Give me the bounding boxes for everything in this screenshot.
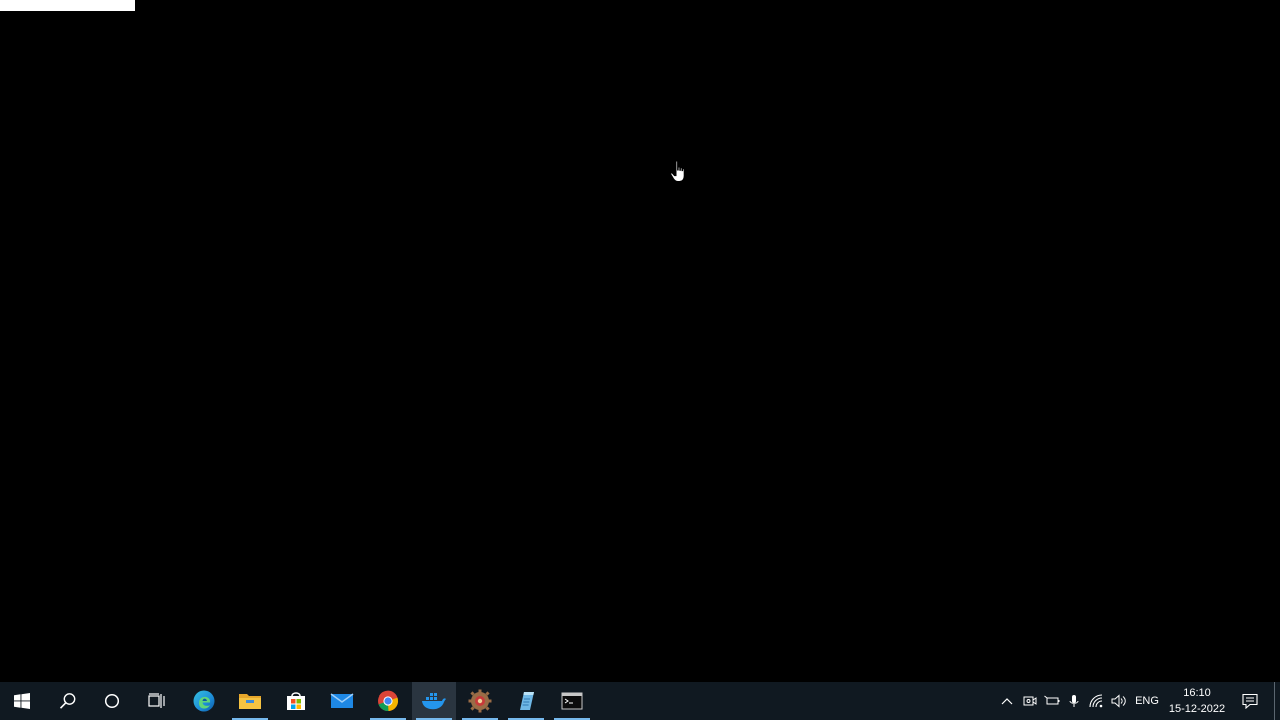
- notepad-icon: [520, 692, 534, 710]
- tray-app-icon-button[interactable]: [1020, 682, 1040, 720]
- windows-logo-icon: [14, 693, 30, 709]
- edge-icon: [193, 690, 215, 712]
- edge-button[interactable]: [182, 682, 226, 720]
- docker-button[interactable]: [412, 682, 456, 720]
- terminal-button[interactable]: [550, 682, 594, 720]
- top-window-strip: [0, 0, 135, 11]
- chrome-button[interactable]: [366, 682, 410, 720]
- network-button[interactable]: [1086, 682, 1108, 720]
- store-button[interactable]: [274, 682, 318, 720]
- file-explorer-button[interactable]: [228, 682, 272, 720]
- chrome-icon: [378, 690, 399, 712]
- show-desktop-button[interactable]: [1274, 682, 1280, 720]
- mail-button[interactable]: [320, 682, 364, 720]
- cortana-circle-icon: [104, 693, 120, 709]
- search-icon: [59, 693, 76, 709]
- battery-plug-icon: [1044, 695, 1060, 705]
- notification-icon: [1242, 693, 1258, 709]
- action-center-button[interactable]: [1236, 682, 1264, 720]
- gear-app-icon: [468, 689, 492, 713]
- meet-now-icon: [1023, 696, 1037, 706]
- clock-time: 16:10: [1183, 687, 1211, 699]
- microphone-button[interactable]: [1064, 682, 1084, 720]
- language-label: ENG: [1135, 695, 1159, 707]
- input-language-button[interactable]: ENG: [1132, 682, 1162, 720]
- task-view-icon: [148, 693, 165, 708]
- desktop[interactable]: [0, 0, 1280, 682]
- clock-button[interactable]: 16:10 15-12-2022: [1164, 685, 1230, 717]
- taskbar: ENG 16:10 15-12-2022: [0, 682, 1280, 720]
- hand-cursor-icon: [669, 160, 689, 184]
- battery-button[interactable]: [1042, 682, 1062, 720]
- folder-icon: [239, 694, 261, 709]
- speaker-icon: [1111, 694, 1126, 708]
- volume-button[interactable]: [1108, 682, 1130, 720]
- terminal-icon: [561, 692, 583, 710]
- notepad-button[interactable]: [504, 682, 548, 720]
- task-view-button[interactable]: [135, 682, 179, 720]
- mail-icon: [330, 693, 354, 708]
- cortana-button[interactable]: [90, 682, 134, 720]
- app-gear-button[interactable]: [458, 682, 502, 720]
- microphone-icon: [1069, 695, 1079, 707]
- chevron-up-icon: [1001, 698, 1013, 705]
- show-hidden-icons-button[interactable]: [996, 682, 1018, 720]
- wifi-icon: [1089, 694, 1103, 708]
- start-button[interactable]: [0, 682, 44, 720]
- clock-date: 15-12-2022: [1168, 703, 1226, 715]
- store-icon: [287, 692, 305, 710]
- search-button[interactable]: [46, 682, 90, 720]
- docker-whale-icon: [422, 693, 446, 710]
